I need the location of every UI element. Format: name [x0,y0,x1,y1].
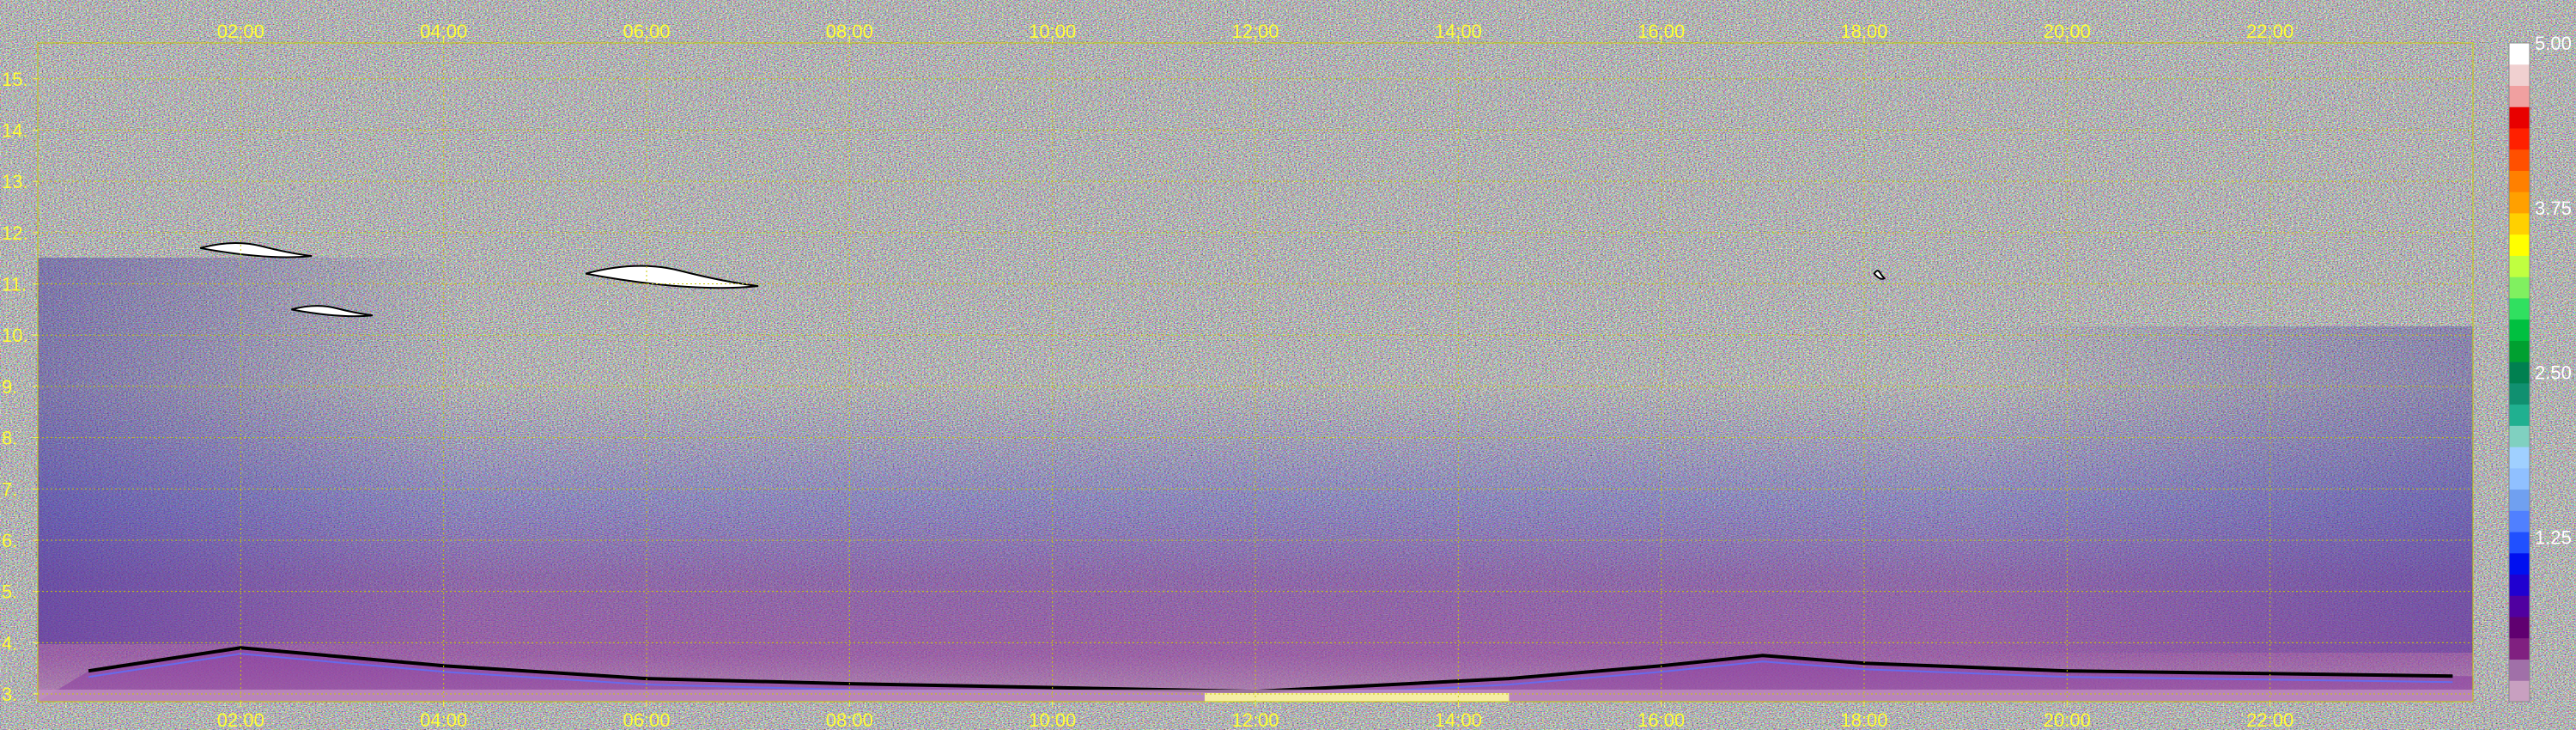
colorbar-tick-label: 1.25 [2535,526,2572,548]
x-axis-bottom: 02:00 04:00 06:00 08:00 10:00 12:00 14:00 16:00… [217,702,2293,730]
colorbar-segment [2509,510,2530,532]
x-tick-label-top: 22:00 [2246,21,2293,42]
x-tick-label-top: 10:00 [1029,21,1076,42]
x-tick-label-bottom: 02:00 [217,709,264,730]
y-tick-label: 11. [2,274,27,295]
x-tick-label-top: 02:00 [217,21,264,42]
plot-area [37,42,2474,703]
colorbar-segment [2509,85,2530,107]
x-tick-label-bottom: 12:00 [1231,709,1279,730]
colorbar-segment [2509,659,2530,681]
colorbar-segment [2509,277,2530,299]
x-tick-label-top: 16:00 [1637,21,1685,42]
colorbar-segment [2509,617,2530,639]
x-tick-label-bottom: 20:00 [2044,709,2091,730]
y-tick-label: 3. [2,684,17,705]
y-tick-label: 8. [2,428,17,449]
x-tick-label-bottom: 18:00 [1840,709,1887,730]
colorbar-segment [2509,532,2530,554]
x-tick-label-bottom: 10:00 [1029,709,1076,730]
x-tick-label-bottom: 22:00 [2246,709,2293,730]
colorbar-segment [2509,552,2530,575]
y-axis: 3. 4. 5. 6. 7. 8. 9. 10. 11. 12. 13. 14. 15. [2,69,38,705]
x-axis-top: 02:00 04:00 06:00 08:00 10:00 12:00 14:00 16:00… [217,21,2293,43]
colorbar-segment [2509,362,2530,384]
colorbar-segment [2509,297,2530,320]
colorbar-segment [2509,43,2530,65]
x-tick-label-bottom: 16:00 [1637,709,1685,730]
colorbar-segment [2509,192,2530,214]
x-tick-label-top: 18:00 [1840,21,1887,42]
y-tick-label: 13. [2,171,28,192]
colorbar: 1.25 2.50 3.75 5.00 [2508,33,2572,703]
colorbar-segment [2509,595,2530,617]
x-tick-label-bottom: 04:00 [420,709,467,730]
colorbar-segment [2509,680,2530,703]
y-tick-label: 15. [2,69,28,90]
colorbar-segment [2509,404,2530,426]
colorbar-segment [2509,212,2530,235]
x-tick-label-top: 20:00 [2044,21,2091,42]
chart: 3. 4. 5. 6. 7. 8. 9. 10. 11. 12. 13. 14. 15. 02:00 04… [2,21,2572,730]
colorbar-segment [2509,234,2530,256]
y-tick-label: 6. [2,530,17,551]
colorbar-segment [2509,489,2530,511]
y-tick-label: 10. [2,325,28,346]
x-tick-label-top: 14:00 [1435,21,1482,42]
x-tick-label-top: 04:00 [420,21,467,42]
colorbar-tick-label: 2.50 [2535,362,2572,384]
aerosol-left-tint [38,258,467,644]
colorbar-tick-label: 5.00 [2535,33,2572,54]
y-tick-label: 9. [2,376,17,398]
x-tick-label-top: 12:00 [1231,21,1279,42]
colorbar-segment [2509,574,2530,596]
x-tick-label-bottom: 06:00 [623,709,670,730]
colorbar-segment [2509,64,2530,86]
x-tick-label-top: 06:00 [623,21,670,42]
colorbar-segment [2509,467,2530,490]
colorbar-segment [2509,447,2530,469]
y-tick-label: 14. [2,119,28,141]
y-tick-label: 4. [2,632,17,654]
colorbar-segment [2509,127,2530,150]
y-tick-label: 12. [2,222,28,244]
aerosol-right-tint [1975,326,2473,653]
colorbar-segment [2509,106,2530,129]
colorbar-segment [2509,149,2530,171]
colorbar-segment [2509,425,2530,447]
colorbar-segment [2509,319,2530,341]
x-tick-label-top: 08:00 [826,21,873,42]
colorbar-segment [2509,382,2530,405]
colorbar-tick-label: 3.75 [2535,198,2572,219]
colorbar-segment [2509,170,2530,192]
x-tick-label-bottom: 14:00 [1435,709,1482,730]
colorbar-segment [2509,637,2530,660]
colorbar-segment [2509,255,2530,277]
x-tick-label-bottom: 08:00 [826,709,873,730]
y-tick-label: 5. [2,581,17,603]
colorbar-segment [2509,340,2530,362]
y-tick-label: 7. [2,478,17,500]
